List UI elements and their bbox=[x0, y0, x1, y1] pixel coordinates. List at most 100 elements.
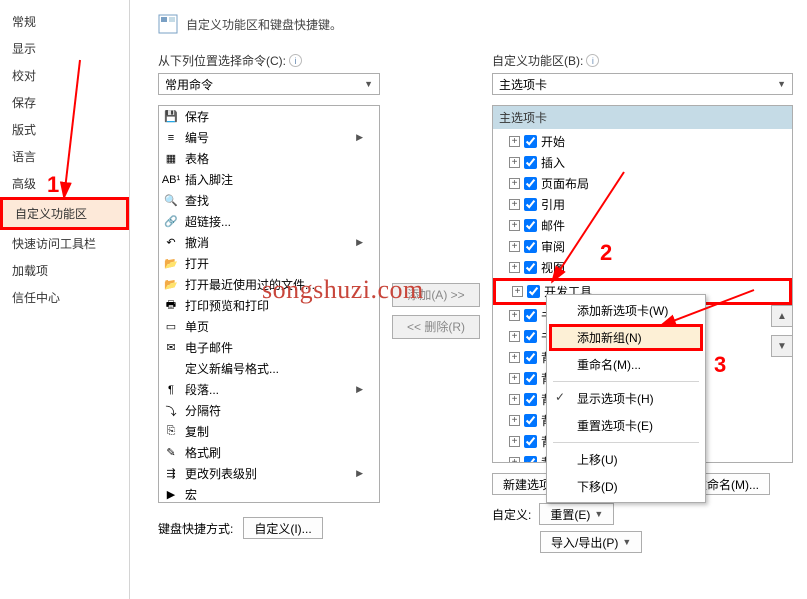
expand-icon[interactable]: + bbox=[509, 310, 520, 321]
check-icon: ✓ bbox=[555, 390, 565, 404]
command-item[interactable]: ¶段落...▶ bbox=[159, 379, 379, 400]
context-menu-item[interactable]: 重命名(M)... bbox=[549, 351, 703, 378]
command-item[interactable]: 🔗超链接... bbox=[159, 211, 379, 232]
tree-checkbox[interactable] bbox=[524, 393, 537, 406]
expand-icon[interactable]: + bbox=[509, 157, 520, 168]
sidebar-item-7[interactable]: 自定义功能区 bbox=[0, 197, 129, 230]
tree-checkbox[interactable] bbox=[527, 285, 540, 298]
tree-checkbox[interactable] bbox=[524, 240, 537, 253]
command-item[interactable]: 💾保存 bbox=[159, 106, 379, 127]
expand-icon[interactable]: + bbox=[509, 457, 520, 462]
command-item[interactable]: AB¹插入脚注 bbox=[159, 169, 379, 190]
tree-item[interactable]: +审阅 bbox=[493, 236, 792, 257]
tree-item[interactable]: +引用 bbox=[493, 194, 792, 215]
tree-checkbox[interactable] bbox=[524, 198, 537, 211]
context-menu-item[interactable]: ✓显示选项卡(H) bbox=[549, 385, 703, 412]
tree-item[interactable]: +视图 bbox=[493, 257, 792, 278]
link-icon: 🔗 bbox=[163, 214, 179, 230]
command-label: 复制 bbox=[185, 423, 209, 440]
add-button[interactable]: 添加(A) >> bbox=[392, 283, 480, 307]
command-item[interactable]: 📂打开最近使用过的文件... bbox=[159, 274, 379, 295]
context-menu-item[interactable]: 添加新组(N) bbox=[549, 324, 703, 351]
expand-icon[interactable]: + bbox=[509, 373, 520, 384]
blank-icon bbox=[163, 361, 179, 377]
tree-checkbox[interactable] bbox=[524, 261, 537, 274]
expand-icon[interactable]: + bbox=[509, 436, 520, 447]
context-menu: 添加新选项卡(W)添加新组(N)重命名(M)... ✓显示选项卡(H)重置选项卡(… bbox=[546, 294, 706, 503]
move-down-button[interactable]: ▼ bbox=[771, 335, 793, 357]
sidebar-item-1[interactable]: 显示 bbox=[0, 35, 129, 62]
commands-listbox[interactable]: 💾保存≡编号▶▦表格AB¹插入脚注🔍查找🔗超链接...↶撤消▶📂打开📂打开最近使… bbox=[158, 105, 380, 503]
command-item[interactable]: ⇶更改列表级别▶ bbox=[159, 463, 379, 484]
expand-icon[interactable]: + bbox=[509, 262, 520, 273]
chevron-down-icon: ▼ bbox=[777, 79, 786, 89]
context-menu-item[interactable]: 上移(U) bbox=[549, 446, 703, 473]
ribbon-dropdown[interactable]: 主选项卡▼ bbox=[492, 73, 793, 95]
tree-checkbox[interactable] bbox=[524, 219, 537, 232]
expand-icon[interactable]: + bbox=[509, 241, 520, 252]
sidebar-item-8[interactable]: 快速访问工具栏 bbox=[0, 230, 129, 257]
tree-checkbox[interactable] bbox=[524, 456, 537, 462]
import-export-button[interactable]: 导入/导出(P)▼ bbox=[540, 531, 642, 553]
tree-checkbox[interactable] bbox=[524, 135, 537, 148]
tree-checkbox[interactable] bbox=[524, 177, 537, 190]
sidebar: 常规显示校对保存版式语言高级自定义功能区快速访问工具栏加载项信任中心 bbox=[0, 0, 130, 599]
tree-item[interactable]: +页面布局 bbox=[493, 173, 792, 194]
sidebar-item-4[interactable]: 版式 bbox=[0, 116, 129, 143]
move-up-button[interactable]: ▲ bbox=[771, 305, 793, 327]
sidebar-item-6[interactable]: 高级 bbox=[0, 170, 129, 197]
remove-button[interactable]: << 删除(R) bbox=[392, 315, 480, 339]
tree-checkbox[interactable] bbox=[524, 351, 537, 364]
command-item[interactable]: 定义新编号格式... bbox=[159, 358, 379, 379]
expand-icon[interactable]: + bbox=[509, 352, 520, 363]
info-icon[interactable]: i bbox=[586, 54, 599, 67]
menu-separator bbox=[553, 381, 699, 382]
page-title: 自定义功能区和键盘快捷键。 bbox=[186, 16, 342, 33]
expand-icon[interactable]: + bbox=[509, 415, 520, 426]
expand-icon[interactable]: + bbox=[512, 286, 523, 297]
reset-button[interactable]: 重置(E)▼ bbox=[539, 503, 614, 525]
command-item[interactable]: ⤵分隔符 bbox=[159, 400, 379, 421]
tree-checkbox[interactable] bbox=[524, 435, 537, 448]
context-menu-item[interactable]: 下移(D) bbox=[549, 473, 703, 500]
command-item[interactable]: ⎘ 复制 bbox=[159, 421, 379, 442]
commands-dropdown[interactable]: 常用命令▼ bbox=[158, 73, 380, 95]
command-item[interactable]: ↶撤消▶ bbox=[159, 232, 379, 253]
tree-item[interactable]: +邮件 bbox=[493, 215, 792, 236]
sidebar-item-5[interactable]: 语言 bbox=[0, 143, 129, 170]
expand-icon[interactable]: + bbox=[509, 331, 520, 342]
context-menu-item[interactable]: 添加新选项卡(W) bbox=[549, 297, 703, 324]
tree-checkbox[interactable] bbox=[524, 372, 537, 385]
command-item[interactable]: 📂打开 bbox=[159, 253, 379, 274]
context-menu-item[interactable]: 重置选项卡(E) bbox=[549, 412, 703, 439]
command-item[interactable]: 🔍查找 bbox=[159, 190, 379, 211]
expand-icon[interactable]: + bbox=[509, 178, 520, 189]
tree-checkbox[interactable] bbox=[524, 156, 537, 169]
customize-kb-button[interactable]: 自定义(I)... bbox=[243, 517, 322, 539]
tree-item[interactable]: +开始 bbox=[493, 131, 792, 152]
command-item[interactable]: ✎格式刷 bbox=[159, 442, 379, 463]
command-item[interactable]: ≡编号▶ bbox=[159, 127, 379, 148]
command-item[interactable]: 🖶打印预览和打印 bbox=[159, 295, 379, 316]
sidebar-item-10[interactable]: 信任中心 bbox=[0, 284, 129, 311]
command-item[interactable]: ▶宏 bbox=[159, 484, 379, 502]
command-label: 打开 bbox=[185, 255, 209, 272]
sidebar-item-0[interactable]: 常规 bbox=[0, 8, 129, 35]
expand-icon[interactable]: + bbox=[509, 199, 520, 210]
expand-icon[interactable]: + bbox=[509, 394, 520, 405]
command-item[interactable]: ▦表格 bbox=[159, 148, 379, 169]
expand-icon[interactable]: + bbox=[509, 136, 520, 147]
expand-icon[interactable]: + bbox=[509, 220, 520, 231]
tree-item[interactable]: + 插入 bbox=[493, 152, 792, 173]
sidebar-item-3[interactable]: 保存 bbox=[0, 89, 129, 116]
sidebar-item-2[interactable]: 校对 bbox=[0, 62, 129, 89]
tree-label: 插入 bbox=[541, 154, 565, 171]
tree-checkbox[interactable] bbox=[524, 414, 537, 427]
copy-icon: ⎘ bbox=[163, 424, 179, 440]
tree-checkbox[interactable] bbox=[524, 309, 537, 322]
command-item[interactable]: ✉电子邮件 bbox=[159, 337, 379, 358]
info-icon[interactable]: i bbox=[289, 54, 302, 67]
sidebar-item-9[interactable]: 加载项 bbox=[0, 257, 129, 284]
command-item[interactable]: ▭单页 bbox=[159, 316, 379, 337]
tree-checkbox[interactable] bbox=[524, 330, 537, 343]
